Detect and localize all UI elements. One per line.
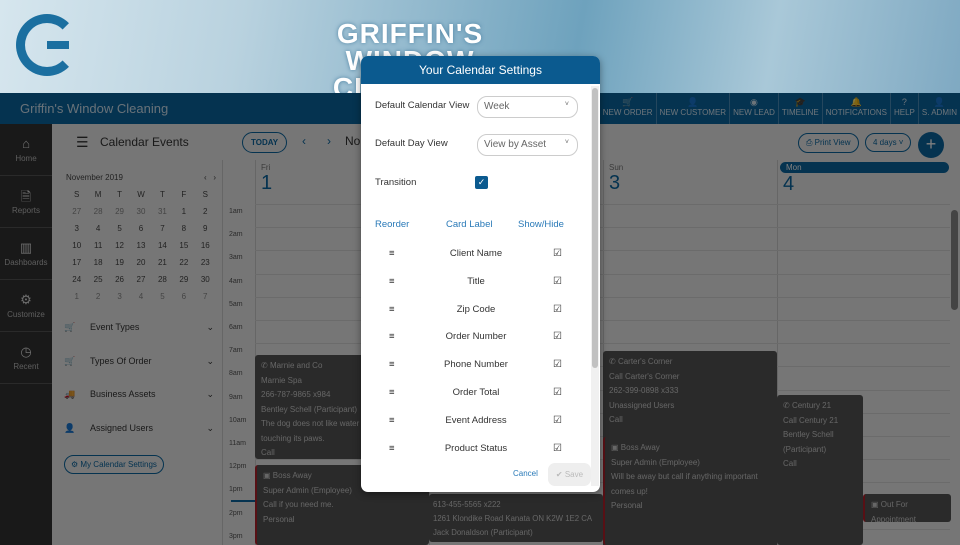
- column-show-hide: Show/Hide: [518, 219, 564, 230]
- field-label: Product Status: [444, 442, 508, 454]
- drag-handle-icon[interactable]: ≡: [389, 331, 395, 342]
- show-checkbox[interactable]: ☑: [553, 304, 562, 315]
- field-label: Client Name: [449, 248, 503, 259]
- modal-scrollbar[interactable]: [591, 86, 599, 486]
- field-label: Title: [467, 275, 485, 287]
- field-label: Order Number: [445, 331, 507, 343]
- show-checkbox[interactable]: ☑: [553, 359, 562, 370]
- default-calendar-view-select[interactable]: Week ˅: [477, 96, 578, 118]
- check-icon: ✔: [555, 470, 565, 479]
- modal-title: Your Calendar Settings: [361, 56, 600, 84]
- drag-handle-icon[interactable]: ≡: [389, 304, 395, 315]
- chevron-down-icon: ˅: [564, 139, 569, 146]
- cancel-button[interactable]: Cancel: [513, 469, 538, 478]
- default-day-view-label: Default Day View: [375, 138, 448, 149]
- default-calendar-view-label: Default Calendar View: [375, 100, 470, 111]
- drag-handle-icon[interactable]: ≡: [389, 415, 395, 426]
- show-checkbox[interactable]: ☑: [553, 443, 562, 454]
- save-button[interactable]: ✔ Save: [548, 463, 591, 486]
- field-label: Zip Code: [456, 303, 496, 315]
- show-checkbox[interactable]: ☑: [553, 331, 562, 342]
- brand-line1: GRIFFIN'S: [336, 18, 484, 49]
- drag-handle-icon[interactable]: ≡: [389, 359, 395, 370]
- field-label: Phone Number: [444, 359, 508, 371]
- company-logo[interactable]: [16, 14, 78, 76]
- transition-label: Transition: [375, 177, 417, 188]
- field-row: ≡ Client Name ☑: [361, 248, 591, 264]
- field-row: ≡ Event Address ☑: [361, 415, 591, 431]
- save-label: Save: [564, 470, 584, 479]
- column-card-label: Card Label: [446, 219, 493, 230]
- drag-handle-icon[interactable]: ≡: [389, 443, 395, 454]
- field-row: ≡ Phone Number ☑: [361, 359, 591, 375]
- drag-handle-icon[interactable]: ≡: [389, 387, 395, 398]
- default-day-view-select[interactable]: View by Asset ˅: [477, 134, 578, 156]
- drag-handle-icon[interactable]: ≡: [389, 276, 395, 287]
- transition-checkbox[interactable]: ✓: [475, 176, 488, 189]
- chevron-down-icon: ˅: [564, 101, 569, 108]
- calendar-settings-modal: Your Calendar Settings Default Calendar …: [361, 56, 600, 492]
- show-checkbox[interactable]: ☑: [553, 276, 562, 287]
- selected-value: View by Asset: [484, 139, 547, 150]
- show-checkbox[interactable]: ☑: [553, 248, 562, 259]
- field-row: ≡ Product Status ☑: [361, 443, 591, 459]
- field-label: Event Address: [445, 414, 507, 426]
- field-row: ≡ Order Total ☑: [361, 387, 591, 403]
- field-row: ≡ Title ☑: [361, 276, 591, 292]
- show-checkbox[interactable]: ☑: [553, 387, 562, 398]
- field-row: ≡ Order Number ☑: [361, 331, 591, 347]
- show-checkbox[interactable]: ☑: [553, 415, 562, 426]
- column-reorder: Reorder: [375, 219, 410, 230]
- field-row: ≡ Zip Code ☑: [361, 304, 591, 320]
- drag-handle-icon[interactable]: ≡: [389, 248, 395, 259]
- field-label: Order Total: [452, 387, 500, 398]
- selected-value: Week: [484, 101, 510, 112]
